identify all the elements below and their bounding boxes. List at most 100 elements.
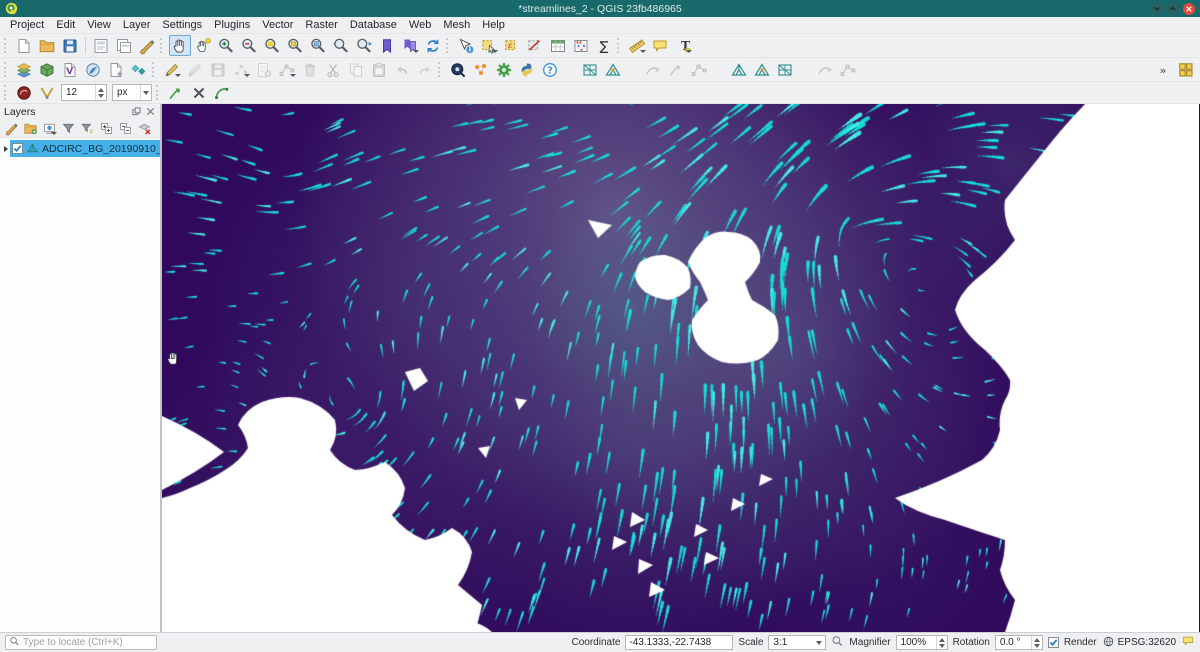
identify-features[interactable] bbox=[455, 35, 477, 56]
menu-view[interactable]: View bbox=[81, 17, 117, 33]
select-by-expression[interactable]: ε bbox=[501, 35, 523, 56]
processing-toolbox[interactable] bbox=[493, 59, 515, 80]
spin-up-icon[interactable] bbox=[939, 638, 945, 642]
toolbar-overflow[interactable]: » bbox=[1152, 59, 1174, 80]
menu-database[interactable]: Database bbox=[344, 17, 403, 33]
plugin-help[interactable]: ? bbox=[539, 59, 561, 80]
toolbar-handle[interactable] bbox=[4, 62, 9, 77]
spin-down-icon[interactable] bbox=[939, 644, 945, 648]
new-shapefile-layer[interactable]: V bbox=[59, 59, 81, 80]
circular-arc-tool[interactable] bbox=[211, 82, 233, 103]
toolbar-handle[interactable] bbox=[4, 38, 9, 53]
style-manager[interactable] bbox=[136, 35, 158, 56]
toolbar-handle[interactable] bbox=[446, 38, 451, 53]
expander-icon[interactable] bbox=[4, 146, 8, 152]
menu-edit[interactable]: Edit bbox=[50, 17, 81, 33]
new-print-layout[interactable] bbox=[90, 35, 112, 56]
locator-input[interactable] bbox=[23, 637, 153, 648]
magnifier-spin[interactable]: 100% bbox=[896, 635, 948, 650]
text-annotation[interactable]: T bbox=[672, 35, 694, 56]
select-features[interactable] bbox=[478, 35, 500, 56]
mesh-transform[interactable] bbox=[774, 59, 796, 80]
layer-row[interactable]: ADCIRC_BG_20190910_1t bbox=[0, 140, 160, 157]
map-canvas[interactable] bbox=[162, 104, 1199, 632]
filter-by-expression[interactable]: ε bbox=[79, 120, 96, 137]
osm-place-search[interactable] bbox=[447, 59, 469, 80]
manage-map-themes[interactable] bbox=[41, 120, 58, 137]
pan-map[interactable] bbox=[169, 35, 191, 56]
zoom-next[interactable] bbox=[353, 35, 375, 56]
close-button[interactable] bbox=[1183, 3, 1195, 15]
menu-layer[interactable]: Layer bbox=[117, 17, 157, 33]
maximize-button[interactable] bbox=[1167, 3, 1179, 15]
font-size-spin[interactable]: 12 bbox=[61, 84, 107, 101]
cancel-edits[interactable] bbox=[188, 82, 210, 103]
menu-raster[interactable]: Raster bbox=[299, 17, 343, 33]
zoom-last[interactable] bbox=[330, 35, 352, 56]
menu-project[interactable]: Project bbox=[4, 17, 50, 33]
new-geopackage-layer[interactable] bbox=[36, 59, 58, 80]
menu-settings[interactable]: Settings bbox=[156, 17, 208, 33]
open-layer-styling[interactable] bbox=[3, 120, 20, 137]
refresh-map[interactable] bbox=[422, 35, 444, 56]
menu-vector[interactable]: Vector bbox=[256, 17, 299, 33]
layer-visibility-checkbox[interactable] bbox=[12, 143, 23, 154]
menu-help[interactable]: Help bbox=[476, 17, 511, 33]
gps-information[interactable] bbox=[470, 59, 492, 80]
new-temporary-scratch-layer[interactable] bbox=[105, 59, 127, 80]
pan-to-selection[interactable] bbox=[192, 35, 214, 56]
mesh-calculator[interactable] bbox=[602, 59, 624, 80]
coordinate-input[interactable] bbox=[625, 635, 733, 650]
new-spatialite-layer[interactable] bbox=[82, 59, 104, 80]
toolbar-handle[interactable] bbox=[617, 38, 622, 53]
label-tool[interactable] bbox=[36, 82, 58, 103]
locator-search[interactable] bbox=[5, 635, 157, 650]
open-field-calculator[interactable] bbox=[570, 35, 592, 56]
menu-mesh[interactable]: Mesh bbox=[437, 17, 476, 33]
units-combo[interactable]: px bbox=[112, 84, 152, 101]
zoom-to-selection[interactable] bbox=[284, 35, 306, 56]
toolbar-handle[interactable] bbox=[438, 62, 443, 77]
add-group[interactable] bbox=[22, 120, 39, 137]
open-project[interactable] bbox=[36, 35, 58, 56]
spin-up-icon[interactable] bbox=[1034, 638, 1040, 642]
crs-indicator[interactable]: EPSG:32620 bbox=[1102, 635, 1176, 651]
layer-item[interactable]: ADCIRC_BG_20190910_1t bbox=[10, 140, 170, 157]
save-project[interactable] bbox=[59, 35, 81, 56]
zoom-in[interactable] bbox=[215, 35, 237, 56]
mesh-grid-tool[interactable] bbox=[1175, 59, 1197, 80]
new-project[interactable] bbox=[13, 35, 35, 56]
statistical-summary[interactable]: ∑ bbox=[593, 35, 615, 56]
menu-plugins[interactable]: Plugins bbox=[208, 17, 256, 33]
show-spatial-bookmarks[interactable] bbox=[399, 35, 421, 56]
render-checkbox[interactable] bbox=[1048, 637, 1059, 648]
remove-layer[interactable] bbox=[136, 120, 153, 137]
toolbar-handle[interactable] bbox=[4, 85, 9, 100]
map-tips[interactable] bbox=[649, 35, 671, 56]
scale-combo[interactable]: 3:1 bbox=[768, 635, 826, 650]
menu-web[interactable]: Web bbox=[403, 17, 437, 33]
toolbar-handle[interactable] bbox=[156, 85, 161, 100]
stream-digitizing[interactable] bbox=[165, 82, 187, 103]
spin-down-icon[interactable] bbox=[1034, 644, 1040, 648]
open-attribute-table[interactable] bbox=[547, 35, 569, 56]
expand-all[interactable] bbox=[98, 120, 115, 137]
zoom-full[interactable] bbox=[261, 35, 283, 56]
panel-float-button[interactable] bbox=[130, 106, 142, 118]
messages-button[interactable] bbox=[1181, 634, 1195, 651]
deselect-features[interactable] bbox=[524, 35, 546, 56]
filter-legend[interactable] bbox=[60, 120, 77, 137]
toolbar-handle[interactable] bbox=[160, 38, 165, 53]
collapse-all[interactable] bbox=[117, 120, 134, 137]
rotation-spin[interactable]: 0.0 ° bbox=[995, 635, 1043, 650]
python-console[interactable] bbox=[516, 59, 538, 80]
zoom-out[interactable] bbox=[238, 35, 260, 56]
labeling-options[interactable] bbox=[13, 82, 35, 103]
panel-close-button[interactable] bbox=[144, 106, 156, 118]
minimize-button[interactable] bbox=[1151, 3, 1163, 15]
georeferencer[interactable] bbox=[579, 59, 601, 80]
measure-line[interactable] bbox=[626, 35, 648, 56]
toolbar-handle[interactable] bbox=[152, 62, 157, 77]
new-spatial-bookmark[interactable] bbox=[376, 35, 398, 56]
current-edits[interactable] bbox=[161, 59, 183, 80]
